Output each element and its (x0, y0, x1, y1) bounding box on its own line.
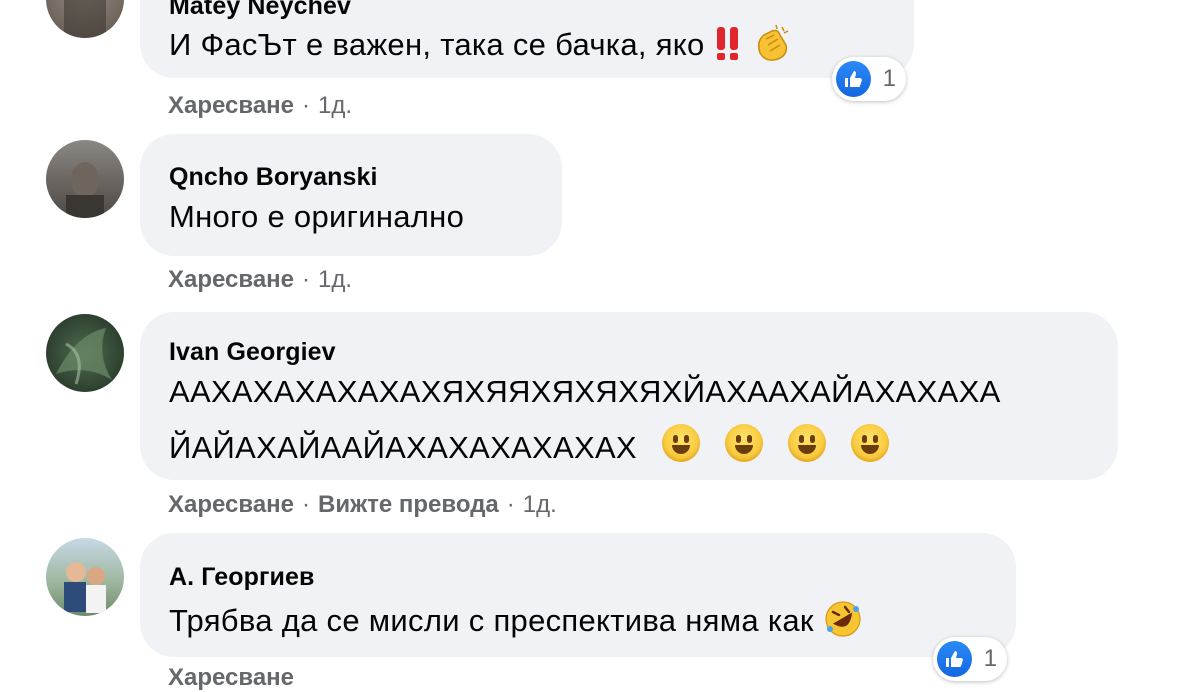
comment-author[interactable]: Matey Neychev (169, 0, 351, 21)
like-button[interactable]: Харесване (168, 491, 294, 518)
comment-time[interactable]: 1д. (523, 491, 557, 518)
like-button[interactable]: Харесване (168, 92, 294, 119)
comment-text: И ФасЪт е важен, така се бачка, яко (169, 23, 792, 71)
comment-actions: Харесване (168, 664, 294, 692)
rolling-on-floor-laughing-icon (823, 599, 863, 647)
comment-text-content: Трябва да се мисли с преспектива няма ка… (169, 603, 814, 639)
avatar[interactable] (46, 140, 124, 218)
reaction-count-value: 1 (882, 65, 896, 92)
separator: · (302, 491, 311, 518)
separator: · (302, 92, 311, 119)
separator: · (506, 491, 515, 518)
comment-text-content: ЙАЙАХАЙААЙАХАХАХАХАХАХ (169, 430, 637, 465)
avatar-photo (66, 162, 104, 218)
comment-text: Трябва да се мисли с преспектива няма ка… (169, 599, 863, 647)
like-button[interactable]: Харесване (168, 266, 294, 293)
separator: · (302, 266, 311, 293)
grinning-face-icon (724, 424, 763, 462)
comment-bubble: Matey Neychev И ФасЪт е важен, така се б… (140, 0, 914, 101)
comment-author[interactable]: Qncho Boryanski (169, 163, 378, 192)
avatar[interactable] (46, 0, 124, 38)
comment-bubble: Qncho Boryanski Много е оригинално (140, 134, 562, 256)
comment-bubble: Ivan Georgiev ААХАХАХАХАХАХЯХЯЯХЯХЯХЯХЙА… (140, 312, 1118, 480)
grinning-face-icon (661, 424, 700, 462)
comment-time[interactable]: 1д. (318, 266, 352, 293)
comment-bubble: А. Георгиев Трябва да се мисли с преспек… (140, 533, 1016, 681)
avatar[interactable] (46, 538, 124, 616)
comment-actions: Харесване · 1д. (168, 92, 352, 120)
double-exclamation-icon (713, 25, 743, 69)
comment-text-line: ЙАЙАХАЙААЙАХАХАХАХАХАХ (169, 424, 889, 466)
comment-text: Много е оригинално (169, 199, 465, 234)
clapping-hands-icon (752, 23, 792, 71)
avatar-photo (56, 328, 112, 385)
comment-author[interactable]: Ivan Georgiev (169, 338, 336, 367)
comment-text-content: И ФасЪт е важен, така се бачка, яко (169, 27, 705, 63)
comment-actions: Харесване · 1д. (168, 266, 352, 294)
reaction-count-value: 1 (983, 645, 997, 672)
reaction-count[interactable]: 1 (933, 637, 1007, 681)
comment-text-line: ААХАХАХАХАХАХЯХЯЯХЯХЯХЯХЙАХААХАЙАХАХАХА (169, 374, 1001, 409)
thumbs-up-icon (937, 641, 972, 677)
comment-author[interactable]: А. Георгиев (169, 563, 314, 592)
like-button[interactable]: Харесване (168, 664, 294, 691)
grinning-face-icon (787, 424, 826, 462)
avatar-photo (64, 0, 106, 38)
reaction-count[interactable]: 1 (832, 57, 906, 101)
comment-actions: Харесване · Вижте превода · 1д. (168, 491, 557, 519)
avatar-photo (64, 562, 106, 613)
thumbs-up-icon (836, 61, 871, 97)
comment-time[interactable]: 1д. (318, 92, 352, 119)
see-translation-button[interactable]: Вижте превода (318, 491, 499, 518)
avatar[interactable] (46, 314, 124, 392)
grinning-face-icon (850, 424, 889, 462)
